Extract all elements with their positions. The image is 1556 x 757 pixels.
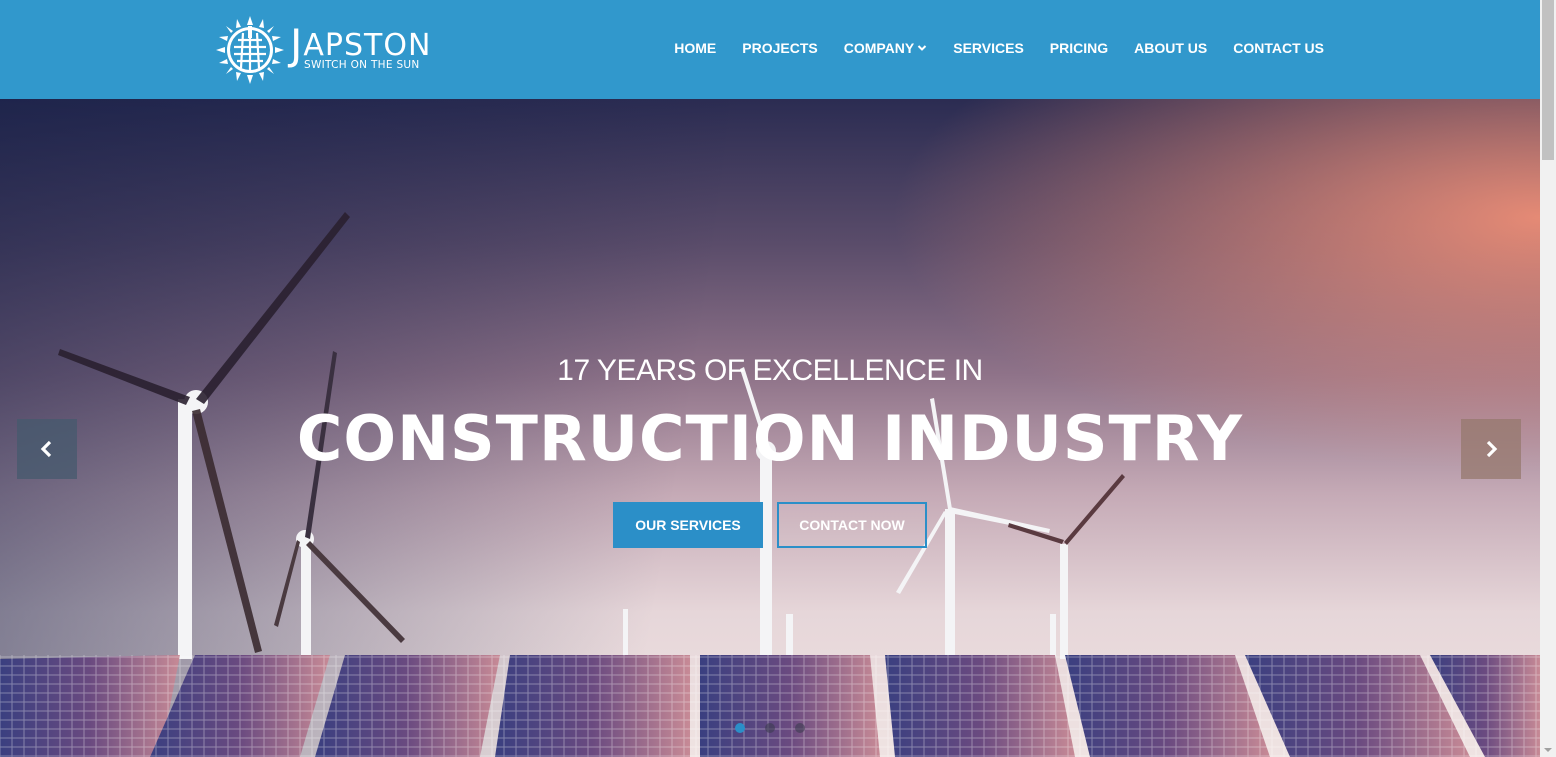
hero-cta-row: OUR SERVICES CONTACT NOW	[0, 502, 1540, 548]
page-scrollbar[interactable]	[1540, 0, 1556, 757]
chevron-down-icon	[918, 45, 927, 51]
brand-tagline: SWITCH ON THE SUN	[304, 58, 420, 71]
slider-dot-2[interactable]	[765, 723, 775, 733]
slider-dot-3[interactable]	[795, 723, 805, 733]
scroll-down-arrow-icon[interactable]	[1543, 745, 1553, 755]
contact-now-button[interactable]: CONTACT NOW	[777, 502, 927, 548]
hero-slider: 17 YEARS OF EXCELLENCE IN CONSTRUCTION I…	[0, 99, 1540, 757]
brand-initial: J	[290, 19, 304, 69]
chevron-right-icon	[1486, 440, 1498, 458]
brand-name: JAPSTON	[290, 19, 432, 69]
hero-pre-title: 17 YEARS OF EXCELLENCE IN	[557, 354, 983, 387]
nav-pricing[interactable]: PRICING	[1050, 40, 1108, 56]
scrollbar-thumb[interactable]	[1542, 0, 1554, 160]
our-services-button[interactable]: OUR SERVICES	[613, 502, 763, 548]
site-header: JAPSTON SWITCH ON THE SUN HOME PROJECTS …	[0, 0, 1540, 99]
nav-home[interactable]: HOME	[674, 40, 716, 56]
nav-contact-us[interactable]: CONTACT US	[1233, 40, 1324, 56]
slider-pagination	[0, 723, 1540, 733]
hero-title: CONSTRUCTION INDUSTRY	[296, 402, 1244, 475]
nav-services[interactable]: SERVICES	[953, 40, 1024, 56]
slider-next-button[interactable]	[1461, 419, 1521, 479]
nav-projects[interactable]: PROJECTS	[742, 40, 817, 56]
slider-dot-1[interactable]	[735, 723, 745, 733]
sun-grid-logo-icon	[216, 16, 284, 84]
logo[interactable]: JAPSTON SWITCH ON THE SUN	[216, 14, 431, 86]
page: JAPSTON SWITCH ON THE SUN HOME PROJECTS …	[0, 0, 1540, 757]
chevron-left-icon	[40, 440, 52, 458]
nav-company-label: COMPANY	[843, 40, 915, 56]
nav-company[interactable]: COMPANY	[844, 40, 928, 56]
main-nav: HOME PROJECTS COMPANY SERVICES PRICING A…	[648, 40, 1324, 56]
slider-prev-button[interactable]	[17, 419, 77, 479]
nav-about-us[interactable]: ABOUT US	[1134, 40, 1207, 56]
